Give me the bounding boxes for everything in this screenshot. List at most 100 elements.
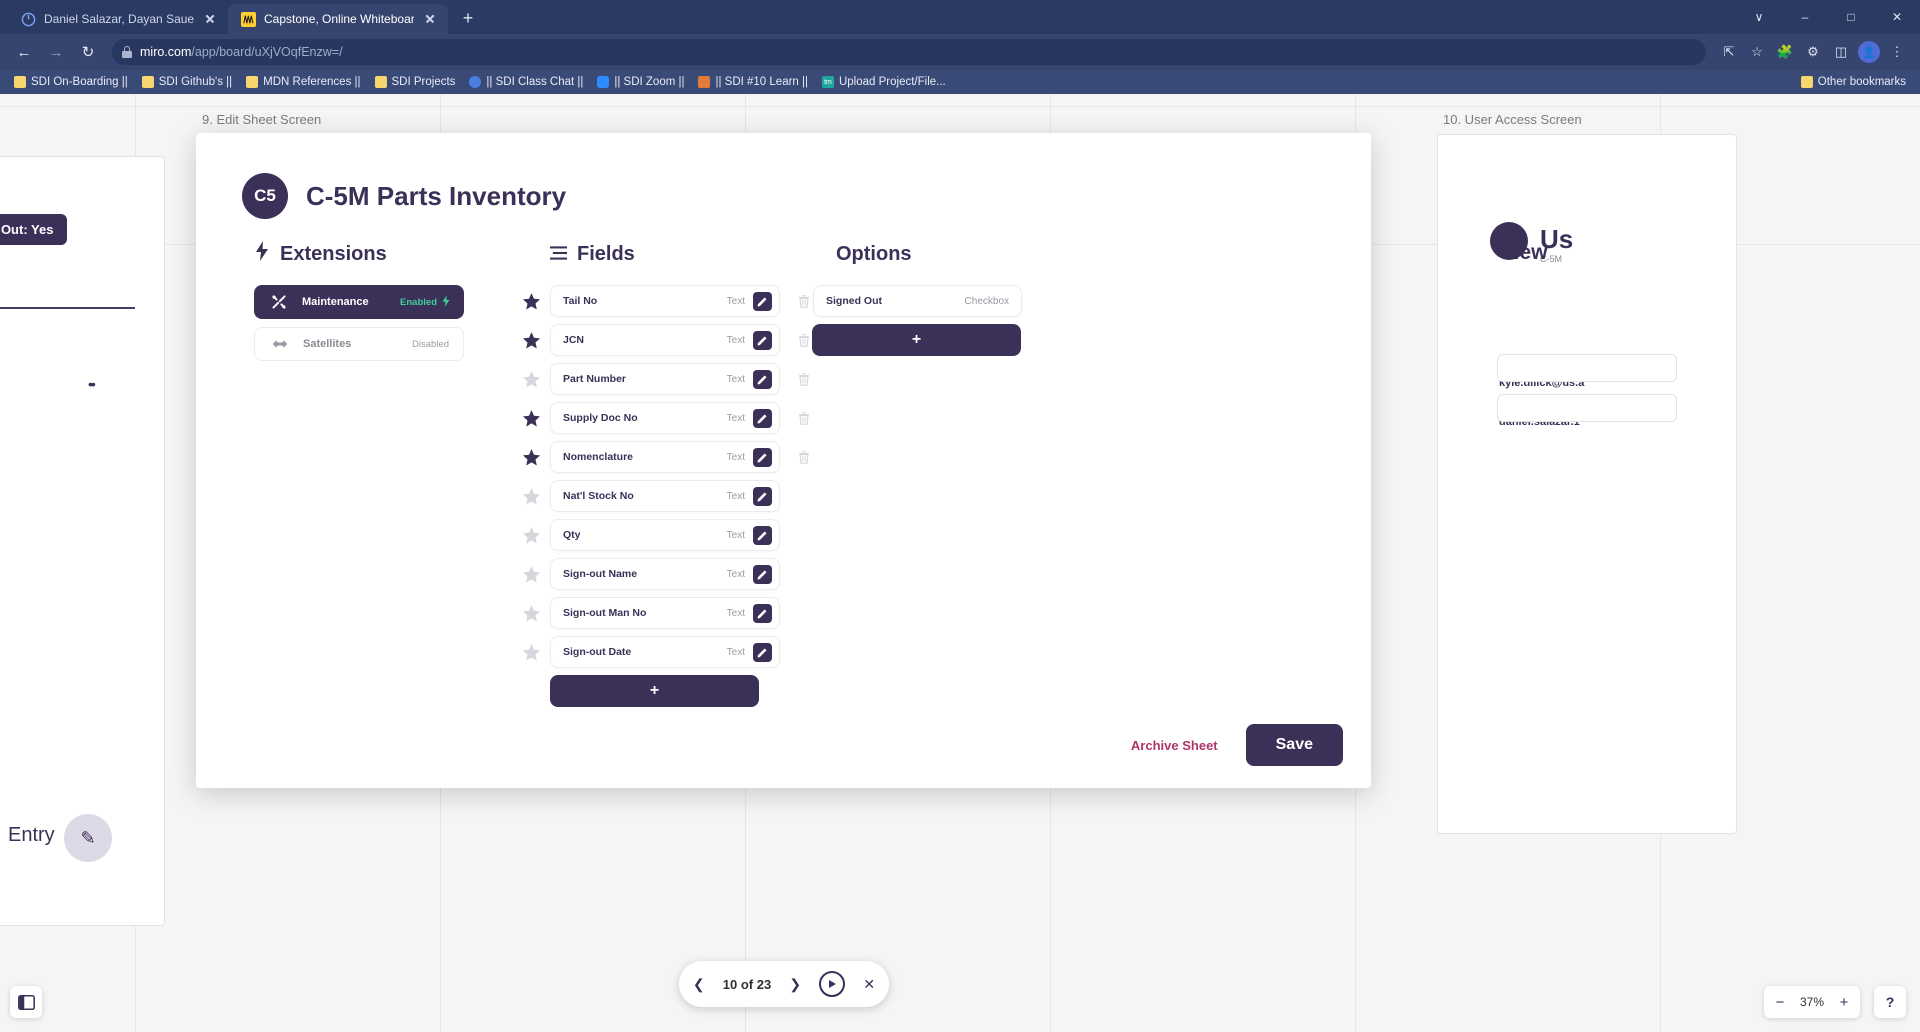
bookmarks-bar: SDI On-Boarding || SDI Github's || MDN R… xyxy=(0,70,1920,94)
zoom-in-button[interactable]: + xyxy=(1836,994,1852,1011)
add-field-button[interactable]: + xyxy=(550,675,759,707)
close-icon[interactable] xyxy=(202,11,218,27)
reload-icon[interactable]: ↻ xyxy=(74,38,102,66)
field-box[interactable]: Nomenclature Text xyxy=(550,441,780,473)
sidepanel-icon[interactable]: ◫ xyxy=(1828,39,1854,65)
delete-trash-icon[interactable] xyxy=(796,527,812,543)
star-icon[interactable] xyxy=(522,487,541,506)
star-icon[interactable] xyxy=(522,409,541,428)
menu-icon[interactable]: ⋮ xyxy=(1884,39,1910,65)
star-icon[interactable] xyxy=(522,331,541,350)
play-icon[interactable] xyxy=(819,971,846,997)
star-icon[interactable] xyxy=(522,292,541,311)
bookmark-item[interactable]: || SDI Class Chat || xyxy=(463,74,589,90)
address-bar[interactable]: miro.com/app/board/uXjVOqfEnzw=/ xyxy=(112,39,1706,65)
delete-trash-icon[interactable] xyxy=(796,410,812,426)
edit-pencil-icon[interactable] xyxy=(753,642,772,662)
edit-pencil-icon[interactable] xyxy=(753,447,772,467)
star-icon[interactable] xyxy=(522,526,541,545)
extensions-icon[interactable]: ⚙ xyxy=(1800,39,1826,65)
board-card-right[interactable] xyxy=(1437,134,1737,834)
chevron-right-icon[interactable]: ❯ xyxy=(783,972,807,996)
profile-avatar[interactable]: 👤 xyxy=(1856,39,1882,65)
delete-trash-icon[interactable] xyxy=(796,605,812,621)
save-button[interactable]: Save xyxy=(1245,724,1343,766)
user-row-input[interactable] xyxy=(1497,394,1677,422)
delete-trash-icon[interactable] xyxy=(796,644,812,660)
delete-trash-icon[interactable] xyxy=(796,371,812,387)
edit-pencil-icon[interactable] xyxy=(753,330,772,350)
edit-pencil-icon[interactable] xyxy=(753,525,772,545)
miro-board-canvas[interactable]: 9. Edit Sheet Screen 10. User Access Scr… xyxy=(0,94,1920,1032)
edit-pencil-icon[interactable] xyxy=(753,603,772,623)
edit-sheet-modal: C5 C-5M Parts Inventory Extensions Maint… xyxy=(196,133,1371,788)
loader-icon xyxy=(20,11,36,27)
back-icon[interactable]: ← xyxy=(10,38,38,66)
field-box[interactable]: JCN Text xyxy=(550,324,780,356)
edit-pencil-icon[interactable] xyxy=(753,408,772,428)
browser-tab-1[interactable]: Daniel Salazar, Dayan Sauerbronn xyxy=(8,4,228,34)
close-icon[interactable] xyxy=(422,11,438,27)
bookmark-item[interactable]: SDI Projects xyxy=(369,74,462,90)
more-dots-icon[interactable]: •• xyxy=(88,376,96,392)
bookmark-item[interactable]: tm Upload Project/File... xyxy=(816,74,952,90)
field-box[interactable]: Sign-out Date Text xyxy=(550,636,780,668)
delete-trash-icon[interactable] xyxy=(796,332,812,348)
chat-icon xyxy=(469,76,482,88)
field-box[interactable]: Sign-out Name Text xyxy=(550,558,780,590)
add-option-button[interactable]: + xyxy=(812,324,1021,356)
extension-item-maintenance[interactable]: Maintenance Enabled xyxy=(254,285,464,319)
zoom-out-button[interactable]: − xyxy=(1772,994,1788,1011)
field-box[interactable]: Supply Doc No Text xyxy=(550,402,780,434)
edit-pencil-icon[interactable]: ✎ xyxy=(64,814,112,862)
forward-icon[interactable]: → xyxy=(42,38,70,66)
help-button[interactable]: ? xyxy=(1874,986,1906,1018)
close-icon[interactable]: ✕ xyxy=(857,972,881,996)
star-icon[interactable]: ☆ xyxy=(1744,39,1770,65)
star-icon[interactable] xyxy=(522,448,541,467)
field-row: Part Number Text xyxy=(522,363,812,395)
star-icon[interactable] xyxy=(522,370,541,389)
upload-icon: tm xyxy=(821,76,834,88)
archive-sheet-button[interactable]: Archive Sheet xyxy=(1131,738,1218,753)
bookmark-item[interactable]: MDN References || xyxy=(240,74,366,90)
extension-item-satellites[interactable]: Satellites Disabled xyxy=(254,327,464,361)
field-box[interactable]: Part Number Text xyxy=(550,363,780,395)
option-box[interactable]: Signed Out Checkbox xyxy=(813,285,1022,317)
other-bookmarks-button[interactable]: Other bookmarks xyxy=(1795,74,1912,90)
delete-trash-icon[interactable] xyxy=(796,488,812,504)
field-box[interactable]: Qty Text xyxy=(550,519,780,551)
tab-search-chevron-icon[interactable]: ∨ xyxy=(1736,0,1782,34)
bookmark-item[interactable]: SDI On-Boarding || xyxy=(8,74,134,90)
left-card-row: ut: Yes xyxy=(0,269,135,309)
delete-trash-icon[interactable] xyxy=(796,566,812,582)
chevron-left-icon[interactable]: ❮ xyxy=(687,972,711,996)
sidebar-panel-icon[interactable] xyxy=(10,986,42,1018)
zoom-level[interactable]: 37% xyxy=(1800,995,1824,1009)
star-icon[interactable] xyxy=(522,565,541,584)
extension-state-label: Enabled xyxy=(400,296,437,308)
user-row-input[interactable] xyxy=(1497,354,1677,382)
bookmark-item[interactable]: || SDI #10 Learn || xyxy=(692,74,814,90)
bookmark-item[interactable]: SDI Github's || xyxy=(136,74,238,90)
edit-pencil-icon[interactable] xyxy=(753,486,772,506)
browser-tab-2[interactable]: Capstone, Online Whiteboard for xyxy=(228,4,448,34)
field-box[interactable]: Nat'l Stock No Text xyxy=(550,480,780,512)
delete-trash-icon[interactable] xyxy=(796,293,812,309)
new-tab-button[interactable]: + xyxy=(454,4,482,32)
maximize-button[interactable]: □ xyxy=(1828,0,1874,34)
edit-pencil-icon[interactable] xyxy=(753,291,772,311)
field-box[interactable]: Tail No Text xyxy=(550,285,780,317)
field-type: Text xyxy=(726,568,745,580)
window-close-button[interactable]: ✕ xyxy=(1874,0,1920,34)
extension-puzzle-icon[interactable]: 🧩 xyxy=(1772,39,1798,65)
minimize-button[interactable]: – xyxy=(1782,0,1828,34)
share-icon[interactable]: ⇱ xyxy=(1716,39,1742,65)
star-icon[interactable] xyxy=(522,643,541,662)
edit-pencil-icon[interactable] xyxy=(753,369,772,389)
delete-trash-icon[interactable] xyxy=(796,449,812,465)
edit-pencil-icon[interactable] xyxy=(753,564,772,584)
field-box[interactable]: Sign-out Man No Text xyxy=(550,597,780,629)
star-icon[interactable] xyxy=(522,604,541,623)
bookmark-item[interactable]: || SDI Zoom || xyxy=(591,74,690,90)
